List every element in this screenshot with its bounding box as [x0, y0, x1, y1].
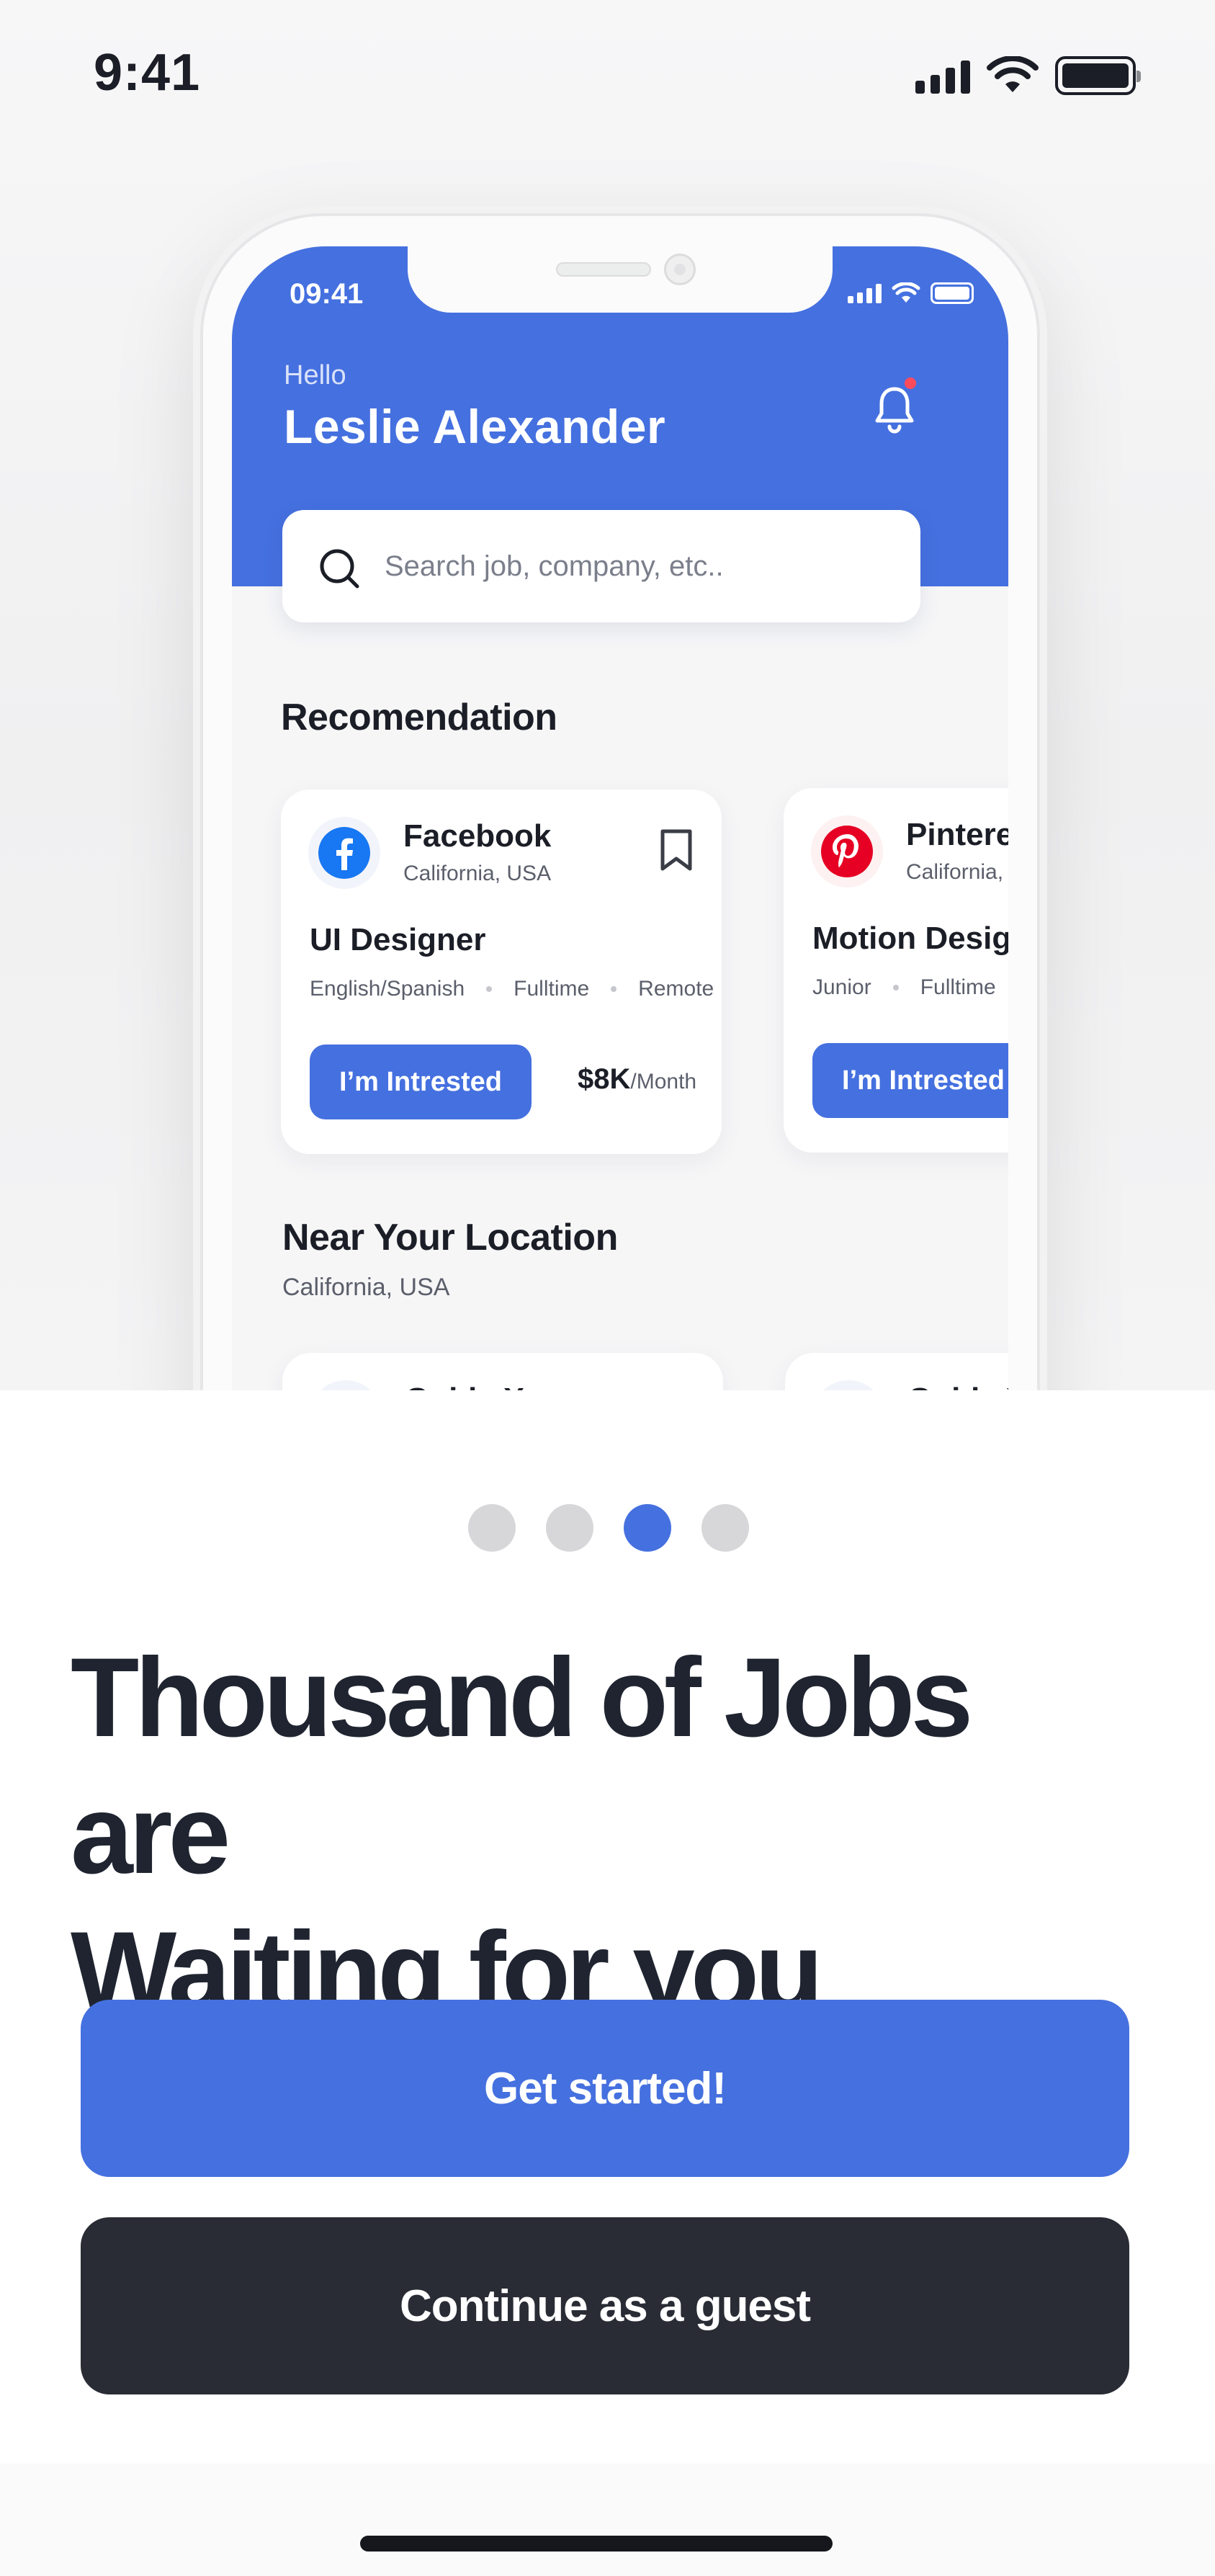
page-dot[interactable]: [546, 1504, 593, 1552]
recommendation-title: Recomendation: [281, 697, 557, 738]
phone-wifi-icon: [892, 282, 920, 303]
job-tags: Junior Fulltime: [812, 975, 996, 1000]
status-bar: 9:41: [0, 0, 1215, 151]
status-icons: [915, 56, 1141, 95]
phone-camera: [664, 254, 696, 285]
pinterest-icon: [821, 826, 873, 877]
near-location-subtitle: California, USA: [282, 1274, 450, 1301]
guide-x-logo: [310, 1380, 382, 1390]
salary-period: /Month: [630, 1070, 697, 1094]
notification-bell-icon[interactable]: [871, 383, 918, 435]
job-role: UI Designer: [310, 922, 486, 957]
greeting: Hello: [284, 360, 346, 390]
job-tag: Fulltime: [514, 977, 590, 1001]
pinterest-logo: [811, 815, 883, 887]
get-started-button[interactable]: Get started!: [81, 2000, 1129, 2177]
continue-as-guest-button[interactable]: Continue as a guest: [81, 2217, 1129, 2394]
notification-dot: [905, 377, 916, 389]
wifi-icon: [987, 56, 1039, 92]
status-time: 9:41: [94, 44, 201, 102]
salary: $8K/Month: [578, 1063, 696, 1096]
page-dot[interactable]: [468, 1504, 516, 1552]
job-card-pinterest[interactable]: Pinterest California, USA Motion Designe…: [784, 788, 1008, 1153]
phone-mockup: 09:41 Hello Leslie Alexander Search job,…: [193, 206, 1047, 1390]
nearby-card[interactable]: Guide X: [785, 1353, 1008, 1390]
search-icon: [320, 549, 359, 589]
headline-line-1: Thousand of Jobs are: [71, 1635, 973, 1897]
company-location: California, USA: [906, 860, 1008, 884]
phone-screen: 09:41 Hello Leslie Alexander Search job,…: [232, 246, 1008, 1390]
bookmark-icon[interactable]: [658, 827, 694, 873]
page-dot[interactable]: [701, 1504, 749, 1552]
phone-signal-icon: [848, 283, 882, 303]
company-name: Guide X: [405, 1382, 524, 1390]
bottom-safe-area: [0, 2464, 1215, 2576]
job-tag: English/Spanish: [310, 977, 465, 1001]
job-card-facebook[interactable]: Facebook California, USA UI Designer Eng…: [281, 790, 722, 1154]
job-tag: Fulltime: [920, 975, 996, 999]
battery-icon: [1055, 56, 1141, 95]
job-tags: English/Spanish Fulltime Remote: [310, 977, 714, 1001]
nearby-card[interactable]: Guide X: [282, 1353, 723, 1390]
page-dot-active[interactable]: [624, 1504, 671, 1552]
job-tag: Junior: [812, 975, 871, 999]
phone-battery-icon: [931, 282, 974, 304]
near-location-title: Near Your Location: [282, 1217, 618, 1258]
guide-x-icon: [318, 1389, 373, 1390]
hero-illustration: 9:41 09:41 Hello Leslie Alexander Search…: [0, 0, 1215, 1390]
company-location: California, USA: [403, 862, 552, 885]
cellular-signal-icon: [915, 58, 970, 94]
home-indicator[interactable]: [360, 2536, 833, 2552]
guide-x-icon: [821, 1389, 876, 1390]
phone-status-icons: [848, 282, 974, 304]
facebook-logo: [308, 817, 380, 889]
interested-button[interactable]: I’m Intrested: [812, 1043, 1008, 1118]
phone-notch: [408, 246, 833, 313]
phone-speaker: [556, 262, 651, 277]
guide-x-logo: [812, 1380, 884, 1390]
job-tag: Remote: [638, 977, 714, 1001]
page-indicator: [468, 1504, 749, 1552]
interested-button[interactable]: I’m Intrested: [310, 1045, 532, 1119]
onboarding-headline: Thousand of Jobs are Waiting for you: [71, 1629, 1151, 2040]
company-name: Pinterest: [906, 817, 1008, 852]
search-input[interactable]: Search job, company, etc..: [282, 510, 920, 622]
salary-amount: $8K: [578, 1063, 631, 1095]
job-role: Motion Designer: [812, 921, 1008, 956]
search-placeholder: Search job, company, etc..: [385, 550, 724, 582]
company-name: Guide X: [907, 1382, 1008, 1390]
user-name: Leslie Alexander: [284, 400, 666, 453]
company-name: Facebook: [403, 818, 552, 854]
facebook-icon: [318, 827, 370, 879]
phone-status-time: 09:41: [290, 278, 364, 310]
